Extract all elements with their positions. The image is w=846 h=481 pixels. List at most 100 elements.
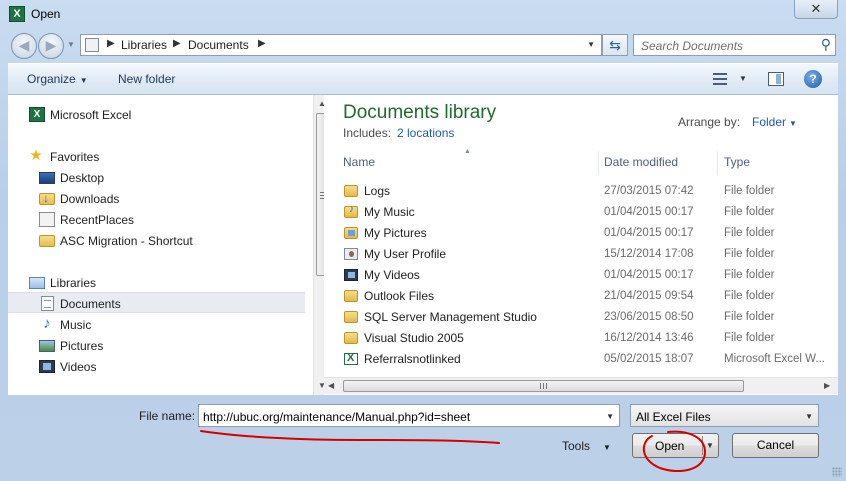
chevron-down-icon: ▼ [603,443,611,452]
open-button[interactable]: Open ▼ [632,433,719,458]
excel-file-icon [344,352,358,365]
chevron-down-icon: ▼ [805,412,813,421]
address-dropdown-icon[interactable]: ▼ [587,40,595,49]
scroll-right-arrow-icon[interactable]: ▶ [824,381,830,390]
file-row-logs[interactable]: Logs 27/03/2015 07:42 File folder [340,181,826,202]
column-divider[interactable] [598,151,599,175]
downloads-folder-icon [39,191,55,205]
file-row-my-pictures[interactable]: My Pictures 01/04/2015 00:17 File folder [340,223,826,244]
breadcrumb-libraries[interactable]: Libraries [121,38,167,52]
refresh-button[interactable]: ⇆ [602,34,628,56]
back-button[interactable]: ◀ [11,33,37,59]
resize-grip[interactable] [832,467,842,477]
folder-icon [344,311,358,323]
search-icon[interactable]: ⚲ [821,36,831,53]
documents-icon [41,296,54,311]
nav-item-asc-migration[interactable]: ASC Migration - Shortcut [8,230,305,251]
title-bar: X Open ✕ [0,0,846,28]
breadcrumb-chevron-icon[interactable]: ▶ [173,38,181,49]
arrange-by-dropdown[interactable]: Folder ▼ [752,115,797,129]
red-underline-annotation [200,430,500,444]
open-options-dropdown-icon[interactable]: ▼ [706,441,714,450]
nav-item-label: Documents [60,297,121,311]
command-toolbar: Organize ▼ New folder ▼ ? [8,63,838,95]
nav-item-libraries[interactable]: Libraries [8,272,305,293]
cancel-button[interactable]: Cancel [732,433,819,458]
file-type: File folder [724,311,775,323]
locations-link[interactable]: 2 locations [397,126,454,140]
arrange-by-value: Folder [752,115,787,129]
nav-item-label: Favorites [50,150,100,164]
column-divider[interactable] [717,151,718,175]
file-name-label: File name: [139,409,196,423]
nav-item-videos[interactable]: Videos [8,356,305,377]
scrollbar-thumb[interactable] [343,380,744,392]
file-row-my-videos[interactable]: My Videos 01/04/2015 00:17 File folder [340,265,826,286]
file-type: File folder [724,332,775,344]
nav-item-music[interactable]: ♪ Music [8,314,305,335]
file-type-filter-select[interactable]: All Excel Files ▼ [630,404,819,427]
file-row-outlook-files[interactable]: Outlook Files 21/04/2015 09:54 File fold… [340,286,826,307]
search-input[interactable]: Search Documents ⚲ [633,34,836,56]
nav-item-label: RecentPlaces [60,213,135,227]
column-header-date-modified[interactable]: Date modified [604,155,678,169]
excel-icon: X [29,107,45,122]
forward-button[interactable]: ▶ [38,33,64,59]
new-folder-button[interactable]: New folder [118,72,175,86]
help-icon[interactable]: ? [804,70,822,88]
file-list-horizontal-scrollbar[interactable]: ◀ ▶ [324,377,838,394]
column-header-type[interactable]: Type [724,155,750,169]
file-name: Referralsnotlinked [364,352,461,366]
file-type: File folder [724,206,775,218]
file-date: 01/04/2015 00:17 [604,206,694,218]
file-row-visual-studio-2005[interactable]: Visual Studio 2005 16/12/2014 13:46 File… [340,328,826,349]
nav-item-favorites[interactable]: ★ Favorites [8,146,305,167]
star-icon: ★ [29,147,43,164]
nav-item-documents[interactable]: Documents [8,292,305,313]
nav-item-downloads[interactable]: Downloads [8,188,305,209]
recent-places-icon [39,212,55,227]
file-type-filter-value: All Excel Files [636,410,711,424]
excel-app-icon: X [9,6,25,22]
sort-ascending-icon: ▲ [464,148,471,155]
nav-item-recentplaces[interactable]: RecentPlaces [8,209,305,230]
view-options-dropdown[interactable]: ▼ [739,74,747,83]
scroll-left-arrow-icon[interactable]: ◀ [328,381,334,390]
file-name: My Music [364,205,415,219]
file-row-my-music[interactable]: My Music 01/04/2015 00:17 File folder [340,202,826,223]
music-icon: ♪ [43,315,51,332]
file-name: My Videos [364,268,420,282]
file-date: 21/04/2015 09:54 [604,290,694,302]
change-view-icon[interactable] [713,73,727,85]
file-name-dropdown-icon[interactable]: ▼ [606,412,614,421]
library-title: Documents library [343,102,497,123]
file-date: 01/04/2015 00:17 [604,269,694,281]
chevron-down-icon: ▼ [79,76,88,85]
file-row-sql-server-management-studio[interactable]: SQL Server Management Studio 23/06/2015 … [340,307,826,328]
videos-icon [39,360,55,373]
preview-pane-icon[interactable] [768,72,784,86]
nav-item-desktop[interactable]: Desktop [8,167,305,188]
breadcrumb-chevron-icon[interactable]: ▶ [258,38,266,49]
column-header-name[interactable]: Name [343,155,375,169]
desktop-icon [39,172,55,184]
file-date: 05/02/2015 18:07 [604,353,694,365]
breadcrumb-chevron-icon[interactable]: ▶ [107,38,115,49]
folder-icon [344,290,358,302]
nav-item-label: Pictures [60,339,104,353]
breadcrumb-documents[interactable]: Documents [188,38,249,52]
file-name-input[interactable]: http://ubuc.org/maintenance/Manual.php?i… [198,404,620,427]
file-row-my-user-profile[interactable]: My User Profile 15/12/2014 17:08 File fo… [340,244,826,265]
nav-item-pictures[interactable]: Pictures [8,335,305,356]
file-row-referralsnotlinked[interactable]: Referralsnotlinked 05/02/2015 18:07 Micr… [340,349,826,370]
nav-item-microsoft-excel[interactable]: X Microsoft Excel [8,104,305,125]
grip-icon [540,383,547,389]
open-button-label: Open [655,439,685,453]
tools-menu-button[interactable]: Tools ▼ [562,439,611,453]
organize-button[interactable]: Organize ▼ [27,72,88,86]
address-bar[interactable]: ▶ Libraries ▶ Documents ▶ ▼ [80,34,602,56]
recent-locations-dropdown[interactable]: ▼ [67,40,75,49]
file-name: SQL Server Management Studio [364,310,537,324]
file-type: File folder [724,269,775,281]
close-button[interactable]: ✕ [794,0,838,19]
